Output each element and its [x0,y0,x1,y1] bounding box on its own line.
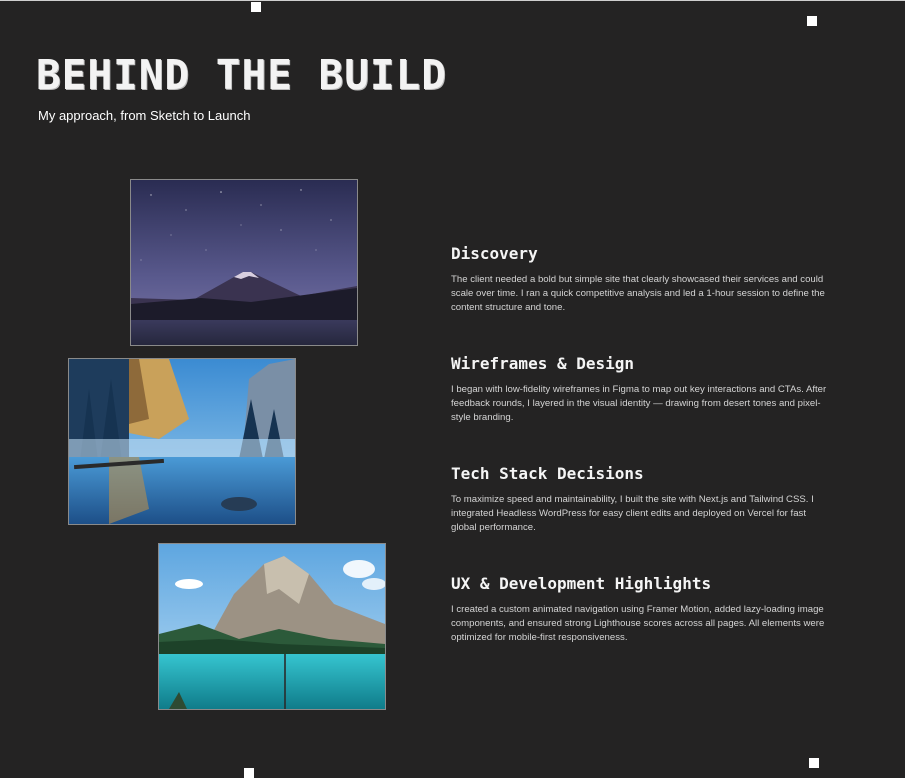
step-ux-development: UX & Development Highlights I created a … [451,574,831,645]
step-title: UX & Development Highlights [451,574,712,593]
top-rule [0,0,905,1]
step-description: The client needed a bold but simple site… [451,274,825,313]
photo-night-volcano [130,179,358,346]
step-title: Wireframes & Design [451,354,635,373]
page-subtitle: My approach, from Sketch to Launch [38,108,251,123]
step-tech-stack: Tech Stack Decisions To maximize speed a… [451,464,831,535]
page-title: BEHIND THE BUILD [36,51,447,99]
step-description: I created a custom animated navigation u… [451,604,825,643]
corner-marker [244,768,254,778]
step-title: Tech Stack Decisions [451,464,644,483]
step-title: Discovery [451,244,538,263]
corner-marker [251,2,261,12]
step-wireframes-design: Wireframes & Design I began with low-fid… [451,354,831,425]
photo-valley-lake [68,358,296,525]
step-description: To maximize speed and maintainability, I… [451,494,814,533]
step-discovery: Discovery The client needed a bold but s… [451,244,831,315]
step-description: I began with low-fidelity wireframes in … [451,384,827,423]
corner-marker [809,758,819,768]
corner-marker [807,16,817,26]
photo-mountain-lake [158,543,386,710]
